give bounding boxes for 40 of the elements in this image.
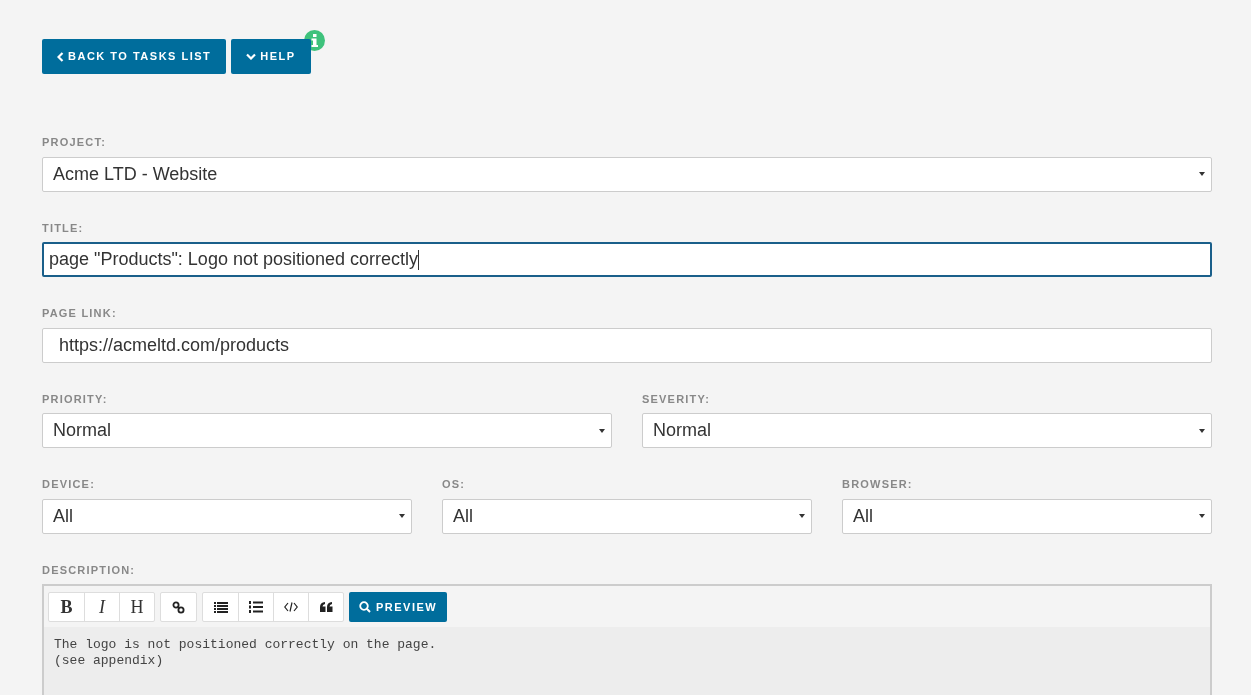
select-field[interactable]: Normal [642, 413, 1212, 448]
field-label: OS: [442, 477, 466, 492]
chevron-left-icon [57, 51, 64, 62]
dropdown-arrow-icon [399, 514, 405, 518]
dropdown-arrow-icon [1199, 428, 1205, 433]
field-label: DESCRIPTION: [42, 562, 136, 578]
field-label: SEVERITY: [642, 391, 711, 407]
select-field[interactable]: Acme LTD - Website [42, 156, 1212, 192]
select-field[interactable]: All [42, 498, 412, 534]
field-label: PRIORITY: [42, 391, 108, 407]
dropdown-arrow-icon [1199, 172, 1205, 176]
code-icon [284, 602, 298, 612]
preview-button[interactable]: PREVIEW [349, 592, 448, 622]
list-icon [213, 601, 228, 613]
select-field[interactable]: Normal [42, 413, 612, 448]
italic-button[interactable]: I [84, 593, 119, 621]
description-editor[interactable]: B I H PREVIEW The logo is not positioned correctly on the page. (see appendix) [42, 584, 1212, 695]
description-text: The logo is not positioned correctly on the page. (see appendix) [53, 636, 438, 669]
select-field[interactable]: All [442, 498, 812, 534]
help-button[interactable]: HELP [231, 39, 311, 74]
search-icon [359, 601, 371, 613]
input-field[interactable]: page "Products": Logo not positioned correctly [42, 242, 1212, 277]
bold-button[interactable]: B [49, 593, 84, 621]
field-label: PROJECT: [42, 135, 106, 150]
field-label: DEVICE: [42, 477, 96, 492]
dropdown-arrow-icon [1199, 514, 1205, 518]
info-icon[interactable] [303, 30, 325, 51]
dropdown-arrow-icon [799, 514, 805, 518]
field-label: TITLE: [42, 220, 84, 236]
field-label: PAGE LINK: [42, 306, 117, 321]
field-label: BROWSER: [842, 477, 913, 492]
back-button[interactable]: BACK TO TASKS LIST [42, 39, 227, 74]
chevron-down-icon [246, 53, 257, 60]
select-field[interactable]: All [842, 498, 1212, 534]
dropdown-arrow-icon [599, 428, 605, 433]
quote-icon [319, 602, 333, 612]
ordered-list-icon [249, 601, 263, 613]
heading-button[interactable]: H [119, 593, 154, 621]
input-field[interactable]: https://acmeltd.com/products [42, 327, 1212, 363]
link-icon [172, 600, 185, 614]
